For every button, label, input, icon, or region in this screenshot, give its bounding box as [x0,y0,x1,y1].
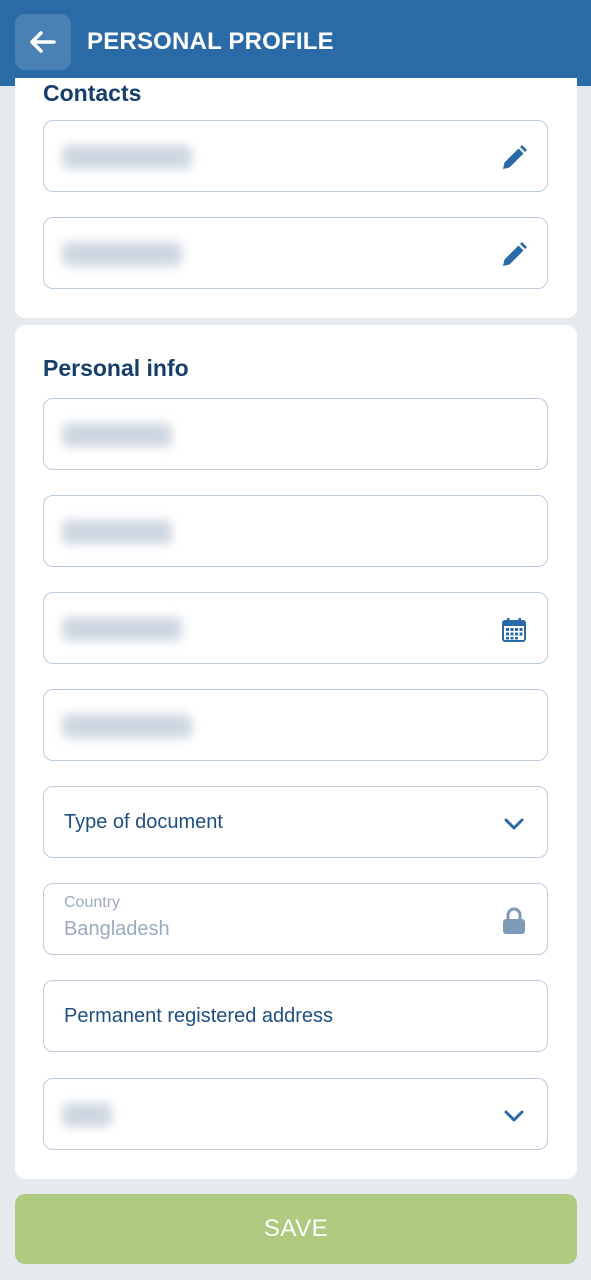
personal-info-section-title: Personal info [43,355,189,381]
document-type-select[interactable]: Type of document [43,786,548,858]
phone-field[interactable] [43,120,548,192]
redacted-value [62,423,172,447]
birth-date-field[interactable] [43,592,548,664]
lock-icon [499,906,529,936]
address-placeholder: Permanent registered address [64,1005,334,1027]
country-label: Country [64,894,121,911]
arrow-left-icon [30,31,56,53]
birth-place-field[interactable] [43,689,548,761]
redacted-value [62,1103,112,1127]
chevron-down-icon[interactable] [499,809,529,839]
country-field: Country Bangladesh [43,883,548,955]
pencil-icon[interactable] [499,143,529,173]
redacted-value [62,242,182,266]
save-button[interactable]: SAVE [15,1194,577,1264]
last-name-field[interactable] [43,398,548,470]
redacted-value [62,145,192,169]
first-name-field[interactable] [43,495,548,567]
address-field[interactable]: Permanent registered address [43,980,548,1052]
redacted-value [62,520,172,544]
back-button[interactable] [15,14,71,70]
contacts-card: Contacts [15,78,577,318]
pencil-icon[interactable] [499,240,529,270]
calendar-icon[interactable] [499,615,529,645]
redacted-value [62,617,182,641]
chevron-down-icon[interactable] [499,1101,529,1131]
country-value: Bangladesh [64,918,170,940]
gender-select[interactable] [43,1078,548,1150]
document-type-placeholder: Type of document [64,811,223,833]
contacts-section-title: Contacts [43,80,142,106]
personal-info-card: Personal info Type of document Country B… [15,325,577,1179]
redacted-value [62,714,192,738]
app-header: PERSONAL PROFILE [0,0,591,86]
page-title: PERSONAL PROFILE [87,28,334,55]
email-field[interactable] [43,217,548,289]
